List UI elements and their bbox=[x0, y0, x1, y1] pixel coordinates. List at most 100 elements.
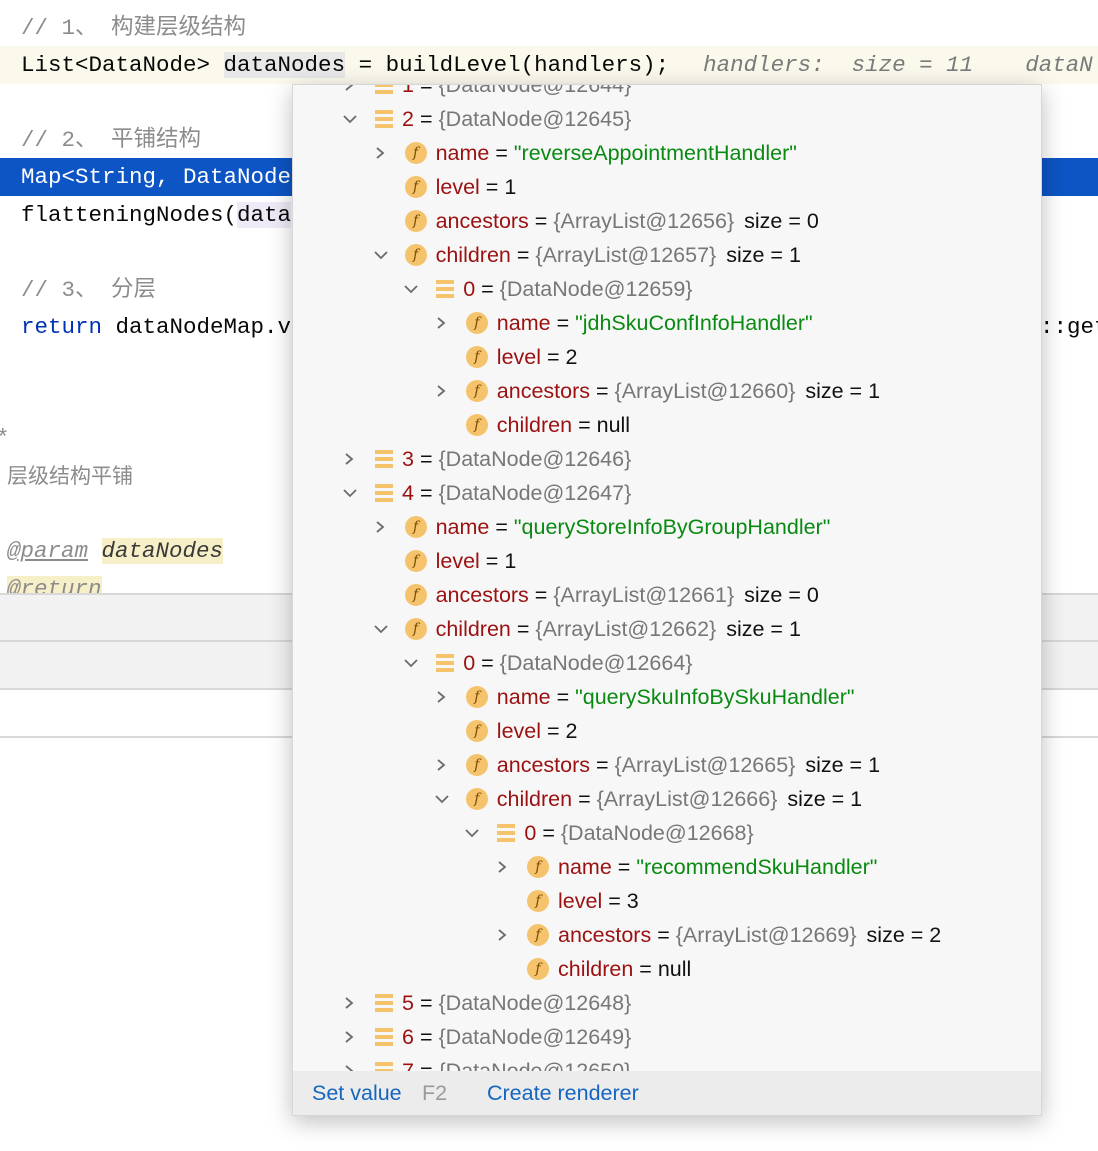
field-icon: f bbox=[527, 924, 549, 946]
collection-size: size = 0 bbox=[744, 209, 819, 233]
chevron-down-icon[interactable] bbox=[340, 476, 360, 510]
array-element-icon bbox=[375, 450, 393, 468]
chevron-down-icon[interactable] bbox=[371, 238, 391, 272]
tree-row[interactable]: f name = "recommendSkuHandler" bbox=[293, 850, 1041, 884]
tree-row[interactable]: 4 = {DataNode@12647} bbox=[293, 476, 1041, 510]
field-icon: f bbox=[404, 550, 427, 572]
tree-row[interactable]: f children = {ArrayList@12657} size = 1 bbox=[293, 238, 1041, 272]
variable-value: {ArrayList@12669} bbox=[675, 923, 857, 947]
chevron-down-icon[interactable] bbox=[401, 272, 421, 306]
tree-row[interactable]: f level = 1 bbox=[293, 170, 1041, 204]
create-renderer-button[interactable]: Create renderer bbox=[487, 1071, 639, 1115]
field-icon: f bbox=[465, 788, 488, 810]
variable-name: 5 bbox=[402, 991, 414, 1015]
tree-row[interactable]: f children = {ArrayList@12662} size = 1 bbox=[293, 612, 1041, 646]
tree-row[interactable]: f ancestors = {ArrayList@12665} size = 1 bbox=[293, 748, 1041, 782]
variable-value: 2 bbox=[565, 345, 578, 369]
tree-row[interactable]: f children = null bbox=[293, 952, 1041, 986]
variable-value: {DataNode@12649} bbox=[438, 1025, 632, 1049]
variable-name: ancestors bbox=[435, 209, 529, 233]
variable-name: name bbox=[558, 855, 612, 879]
variable-name: 4 bbox=[402, 481, 414, 505]
chevron-right-icon[interactable] bbox=[432, 306, 452, 340]
variable-dataNodes[interactable]: dataNodes bbox=[223, 52, 346, 78]
chevron-right-icon[interactable] bbox=[340, 1054, 360, 1071]
field-icon: f bbox=[465, 346, 488, 368]
array-element-icon bbox=[497, 824, 516, 842]
tree-row[interactable]: f ancestors = {ArrayList@12660} size = 1 bbox=[293, 374, 1041, 408]
chevron-right-icon[interactable] bbox=[432, 748, 452, 782]
chevron-right-icon[interactable] bbox=[493, 850, 513, 884]
variable-value: 1 bbox=[504, 175, 517, 199]
chevron-right-icon[interactable] bbox=[432, 374, 452, 408]
tree-row[interactable]: 5 = {DataNode@12648} bbox=[293, 986, 1041, 1020]
chevron-right-icon[interactable] bbox=[371, 510, 391, 544]
chevron-right-icon[interactable] bbox=[340, 85, 360, 102]
tree-row[interactable]: f level = 2 bbox=[293, 714, 1041, 748]
tree-row[interactable]: f name = "queryStoreInfoByGroupHandler" bbox=[293, 510, 1041, 544]
chevron-down-icon[interactable] bbox=[401, 646, 421, 680]
tree-row[interactable]: f level = 2 bbox=[293, 340, 1041, 374]
tree-row[interactable]: 0 = {DataNode@12659} bbox=[293, 272, 1041, 306]
variable-value: {DataNode@12644} bbox=[438, 85, 632, 97]
chevron-right-icon[interactable] bbox=[340, 442, 360, 476]
variable-value: "reverseAppointmentHandler" bbox=[513, 141, 797, 165]
tree-row[interactable]: f level = 1 bbox=[293, 544, 1041, 578]
collection-size: size = 1 bbox=[805, 379, 881, 403]
variable-name: 0 bbox=[463, 651, 476, 675]
chevron-down-icon[interactable] bbox=[371, 612, 391, 646]
variable-name: ancestors bbox=[496, 379, 591, 403]
variable-name: 7 bbox=[402, 1059, 414, 1071]
field-icon: f bbox=[465, 686, 488, 708]
tree-row[interactable]: 0 = {DataNode@12664} bbox=[293, 646, 1041, 680]
chevron-down-icon[interactable] bbox=[340, 102, 360, 136]
chevron-right-icon[interactable] bbox=[340, 1020, 360, 1054]
code-comment-1: // 1、 构建层级结构 bbox=[21, 15, 247, 41]
tree-row[interactable]: 2 = {DataNode@12645} bbox=[293, 102, 1041, 136]
tree-row[interactable]: f name = "querySkuInfoBySkuHandler" bbox=[293, 680, 1041, 714]
variable-name: ancestors bbox=[435, 583, 529, 607]
field-icon: f bbox=[465, 720, 488, 742]
tree-row[interactable]: 7 = {DataNode@12650} bbox=[293, 1054, 1041, 1071]
variable-name: level bbox=[496, 345, 542, 369]
array-element-icon bbox=[375, 110, 393, 128]
popup-footer: Set value F2 Create renderer bbox=[293, 1071, 1041, 1115]
tree-row[interactable]: f children = {ArrayList@12666} size = 1 bbox=[293, 782, 1041, 816]
tree-row[interactable]: f ancestors = {ArrayList@12656} size = 0 bbox=[293, 204, 1041, 238]
set-value-button[interactable]: Set value bbox=[312, 1071, 402, 1115]
chevron-down-icon[interactable] bbox=[462, 816, 482, 850]
variable-name: 3 bbox=[402, 447, 414, 471]
variable-name: 0 bbox=[463, 277, 476, 301]
variable-value: {ArrayList@12665} bbox=[614, 753, 796, 777]
tree-row[interactable]: f ancestors = {ArrayList@12669} size = 2 bbox=[293, 918, 1041, 952]
chevron-down-icon[interactable] bbox=[432, 782, 452, 816]
variable-value: {ArrayList@12662} bbox=[535, 617, 717, 641]
code-line-build-level[interactable]: List<DataNode> dataNodes = buildLevel(ha… bbox=[0, 46, 1098, 84]
variable-name: name bbox=[496, 311, 551, 335]
variable-value: {ArrayList@12660} bbox=[614, 379, 796, 403]
variable-value: {ArrayList@12661} bbox=[553, 583, 735, 607]
tree-row[interactable]: f level = 3 bbox=[293, 884, 1041, 918]
tree-row[interactable]: f name = "jdhSkuConfInfoHandler" bbox=[293, 306, 1041, 340]
variable-name: ancestors bbox=[496, 753, 591, 777]
field-icon: f bbox=[527, 856, 549, 878]
variable-value: "querySkuInfoBySkuHandler" bbox=[575, 685, 855, 709]
tree-row[interactable]: 0 = {DataNode@12668} bbox=[293, 816, 1041, 850]
tree-row[interactable]: 6 = {DataNode@12649} bbox=[293, 1020, 1041, 1054]
array-element-icon bbox=[375, 484, 393, 502]
tree-row[interactable]: f name = "reverseAppointmentHandler" bbox=[293, 136, 1041, 170]
set-value-shortcut: F2 bbox=[422, 1081, 448, 1105]
tree-row[interactable]: f children = null bbox=[293, 408, 1041, 442]
field-icon: f bbox=[527, 890, 549, 912]
tree-row[interactable]: f ancestors = {ArrayList@12661} size = 0 bbox=[293, 578, 1041, 612]
chevron-right-icon[interactable] bbox=[371, 136, 391, 170]
variable-tree[interactable]: 1 = {DataNode@12644} 2 = {DataNode@12645}… bbox=[293, 85, 1041, 1071]
tree-row[interactable]: 1 = {DataNode@12644} bbox=[293, 85, 1041, 102]
variable-name: children bbox=[496, 413, 573, 437]
chevron-right-icon[interactable] bbox=[340, 986, 360, 1020]
tree-row[interactable]: 3 = {DataNode@12646} bbox=[293, 442, 1041, 476]
variable-name: 1 bbox=[402, 85, 414, 97]
chevron-right-icon[interactable] bbox=[493, 918, 513, 952]
variable-name: children bbox=[496, 787, 573, 811]
chevron-right-icon[interactable] bbox=[432, 680, 452, 714]
